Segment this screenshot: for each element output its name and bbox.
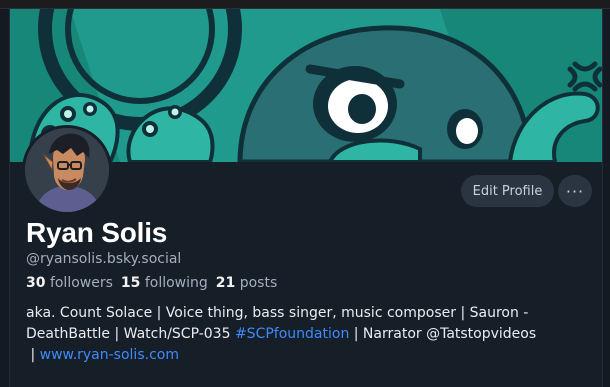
bio-line-2: DeathBattle | Watch/SCP-035 #SCPfoundati… — [26, 324, 586, 345]
posts-label: posts — [239, 275, 278, 291]
followers-label: followers — [49, 275, 113, 291]
bio-line-2-tail: | Narrator @Tatstopvideos — [349, 326, 537, 342]
edit-profile-button[interactable]: Edit Profile — [461, 175, 554, 207]
left-panel-edge — [0, 9, 10, 387]
avatar[interactable] — [22, 125, 112, 215]
bio-separator: | — [26, 347, 40, 363]
profile-bio: aka. Count Solace | Voice thing, bass si… — [26, 303, 586, 366]
profile-stats: 30 followers 15 following 21 posts — [26, 275, 277, 291]
display-name: Ryan Solis — [26, 217, 168, 248]
following-count: 15 — [120, 275, 141, 291]
bio-line-3: | www.ryan-solis.com — [26, 345, 586, 366]
following-link[interactable]: 15 following — [121, 275, 208, 291]
followers-count: 30 — [26, 275, 46, 291]
bio-line-1: aka. Count Solace | Voice thing, bass si… — [26, 305, 529, 321]
avatar-portrait-icon — [25, 128, 109, 212]
ellipsis-icon: ··· — [565, 181, 585, 201]
window-top-bar — [0, 0, 610, 9]
followers-link[interactable]: 30 followers — [26, 275, 113, 291]
more-options-button[interactable]: ··· — [558, 175, 592, 207]
posts-stat: 21 posts — [216, 275, 277, 291]
profile-handle: @ryansolis.bsky.social — [26, 251, 182, 267]
posts-count: 21 — [215, 275, 236, 291]
right-panel-edge — [602, 9, 610, 387]
hashtag-link[interactable]: #SCPfoundation — [235, 326, 349, 342]
website-link[interactable]: www.ryan-solis.com — [40, 347, 179, 363]
following-label: following — [144, 275, 208, 291]
bio-line-2-text: DeathBattle | Watch/SCP-035 — [26, 326, 235, 342]
